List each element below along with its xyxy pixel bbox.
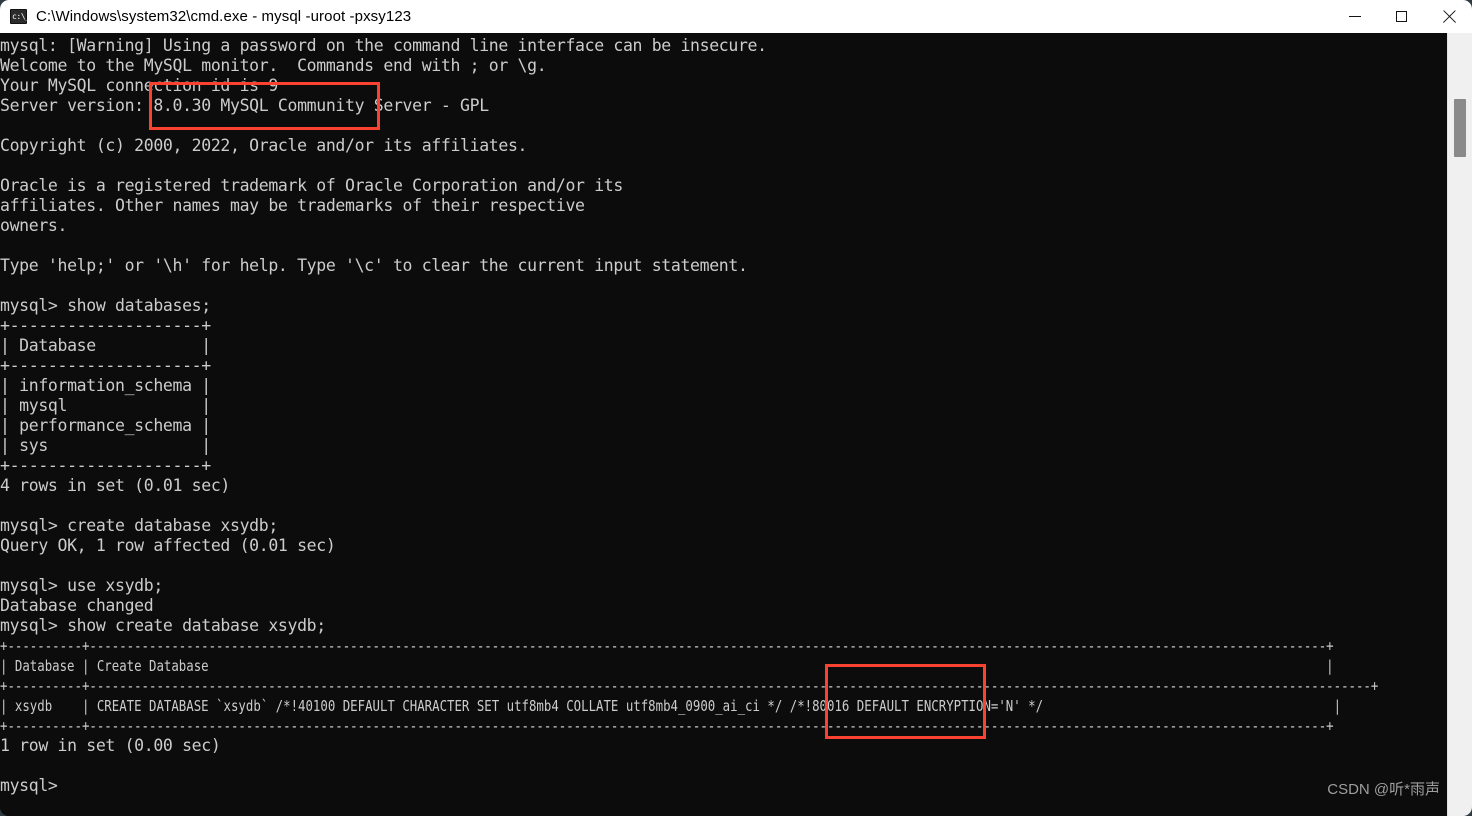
- terminal-line: Oracle is a registered trademark of Orac…: [0, 176, 623, 195]
- terminal-line: owners.: [0, 216, 68, 235]
- terminal-line: | mysql |: [0, 396, 211, 415]
- terminal-line: Type 'help;' or '\h' for help. Type '\c'…: [0, 256, 748, 275]
- terminal-line: Copyright (c) 2000, 2022, Oracle and/or …: [0, 136, 528, 155]
- terminal-line: Server version: 8.0.30 MySQL Community S…: [0, 96, 489, 115]
- titlebar-left: C:\Windows\system32\cmd.exe - mysql -uro…: [0, 8, 1331, 25]
- terminal-line: | sys |: [0, 436, 211, 455]
- terminal-line: Query OK, 1 row affected (0.01 sec): [0, 536, 336, 555]
- terminal-line: mysql>: [0, 776, 58, 795]
- terminal-line: +--------------------+: [0, 356, 211, 375]
- terminal-line: mysql> show create database xsydb;: [0, 616, 326, 635]
- terminal-line: +--------------------+: [0, 316, 211, 335]
- terminal-line: mysql> create database xsydb;: [0, 516, 278, 535]
- cmd-icon: [10, 9, 30, 24]
- terminal-line: +----------+----------------------------…: [0, 677, 1379, 695]
- terminal-line: +--------------------+: [0, 456, 211, 475]
- terminal-line: +----------+----------------------------…: [0, 717, 1334, 735]
- window-controls: [1331, 0, 1472, 33]
- screen: C:\Windows\system32\cmd.exe - mysql -uro…: [0, 0, 1472, 816]
- scrollbar-thumb[interactable]: [1454, 99, 1466, 157]
- terminal-line: | Database | Create Database |: [0, 657, 1334, 675]
- minimize-button[interactable]: [1331, 0, 1378, 33]
- terminal-line: | xsydb | CREATE DATABASE `xsydb` /*!401…: [0, 697, 1342, 715]
- terminal-line: mysql: [Warning] Using a password on the…: [0, 36, 767, 55]
- window-title: C:\Windows\system32\cmd.exe - mysql -uro…: [36, 8, 412, 25]
- close-button[interactable]: [1425, 0, 1472, 33]
- terminal-lines-wide-table: +----------+----------------------------…: [0, 636, 1379, 736]
- terminal-output[interactable]: mysql: [Warning] Using a password on the…: [0, 33, 1447, 816]
- terminal-line: | Database |: [0, 336, 211, 355]
- minimize-icon: [1348, 16, 1361, 17]
- maximize-icon: [1396, 11, 1407, 22]
- vertical-scrollbar[interactable]: [1447, 33, 1472, 816]
- terminal-line: affiliates. Other names may be trademark…: [0, 196, 585, 215]
- terminal-line: +----------+----------------------------…: [0, 637, 1334, 655]
- window-titlebar[interactable]: C:\Windows\system32\cmd.exe - mysql -uro…: [0, 0, 1472, 33]
- terminal-line: | performance_schema |: [0, 416, 211, 435]
- close-icon: [1442, 10, 1456, 24]
- terminal-line: Your MySQL connection id is 9: [0, 76, 278, 95]
- maximize-button[interactable]: [1378, 0, 1425, 33]
- terminal-line: Welcome to the MySQL monitor. Commands e…: [0, 56, 547, 75]
- terminal-line: Database changed: [0, 596, 154, 615]
- watermark-label: CSDN @听*雨声: [1327, 781, 1440, 798]
- terminal-line: mysql> use xsydb;: [0, 576, 163, 595]
- terminal-line: | information_schema |: [0, 376, 211, 395]
- terminal-line: mysql> show databases;: [0, 296, 211, 315]
- terminal-line: 1 row in set (0.00 sec): [0, 736, 221, 755]
- cmd-window: C:\Windows\system32\cmd.exe - mysql -uro…: [0, 0, 1472, 816]
- terminal-line: 4 rows in set (0.01 sec): [0, 476, 231, 495]
